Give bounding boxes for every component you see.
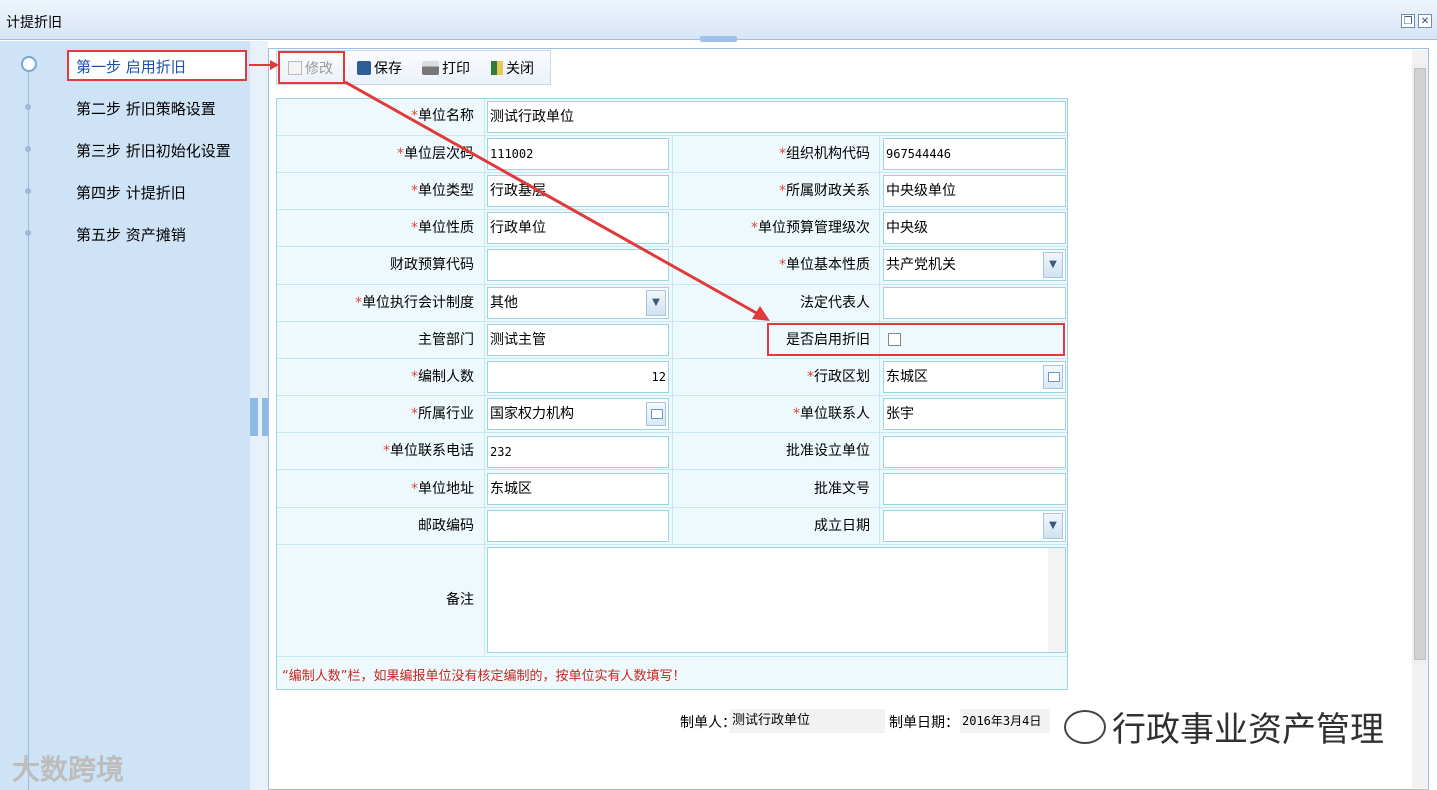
maker-label: 制单人： bbox=[680, 715, 736, 731]
watermark-right: 行政事业资产管理 bbox=[1112, 710, 1384, 750]
annotation-arrows bbox=[249, 60, 770, 321]
date-value: 2016年3月4日 bbox=[960, 709, 1050, 733]
date-label: 制单日期： bbox=[889, 715, 959, 731]
wechat-icon bbox=[1064, 710, 1106, 744]
maker-value: 测试行政单位 bbox=[730, 709, 885, 733]
watermark-left: 大数跨境 bbox=[12, 753, 125, 786]
scrollbar-thumb[interactable] bbox=[1414, 68, 1426, 660]
